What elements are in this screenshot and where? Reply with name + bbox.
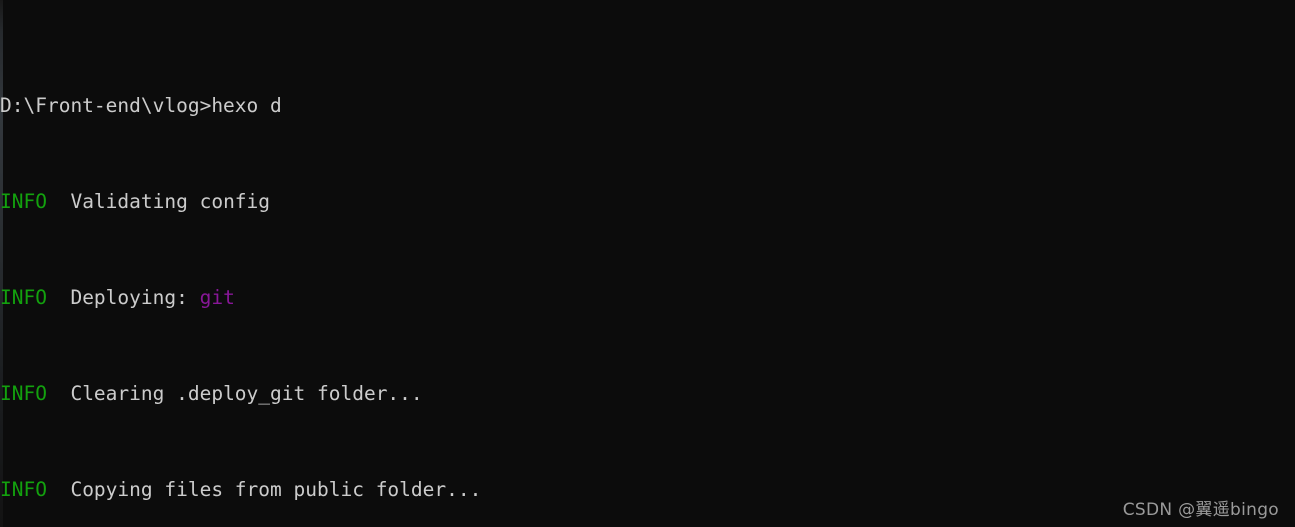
console-line-prompt: D:\Front-end\vlog>hexo d <box>0 94 1295 118</box>
console-line-validating: INFO Validating config <box>0 190 1295 214</box>
console-line-copying-public: INFO Copying files from public folder... <box>0 478 1295 502</box>
info-label: INFO <box>0 190 47 213</box>
csdn-watermark: CSDN @翼遥bingo <box>1122 500 1279 520</box>
console-line-text: Clearing .deploy_git folder... <box>46 382 423 405</box>
prompt-text: D:\Front-end\vlog>hexo d <box>0 94 282 117</box>
terminal-window[interactable]: D:\Front-end\vlog>hexo d INFO Validating… <box>0 0 1295 527</box>
console-line-text: Copying files from public folder... <box>46 478 482 501</box>
deployer-name: git <box>199 286 235 309</box>
console-line-deploying: INFO Deploying: git <box>0 286 1295 310</box>
info-label: INFO <box>0 286 47 309</box>
console-line-text: Deploying: <box>46 286 200 309</box>
console-line-clearing: INFO Clearing .deploy_git folder... <box>0 382 1295 406</box>
console-line-text: Validating config <box>46 190 271 213</box>
console-output: D:\Front-end\vlog>hexo d INFO Validating… <box>0 22 1295 527</box>
info-label: INFO <box>0 382 47 405</box>
info-label: INFO <box>0 478 47 501</box>
